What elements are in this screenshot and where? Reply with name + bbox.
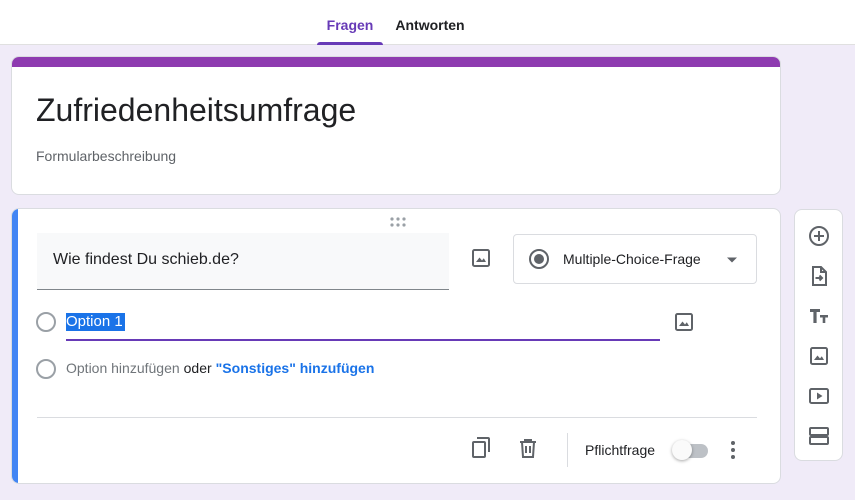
form-description[interactable]: Formularbeschreibung (36, 148, 176, 164)
add-option-radio-icon (36, 359, 56, 379)
add-option-button[interactable]: Option hinzufügen (66, 360, 180, 376)
active-tab-indicator (317, 42, 383, 45)
top-navigation: Fragen Antworten (0, 0, 855, 45)
active-card-indicator (12, 209, 18, 483)
trash-icon[interactable] (516, 436, 540, 460)
toggle-knob (672, 440, 692, 460)
title-text-icon[interactable] (807, 304, 831, 328)
image-icon[interactable] (672, 310, 696, 334)
content-copy-icon[interactable] (468, 436, 492, 460)
required-label: Pflichtfrage (585, 442, 656, 458)
radio-button-checked-icon (528, 248, 550, 270)
video-icon[interactable] (807, 384, 831, 408)
tab-responses[interactable]: Antworten (390, 0, 470, 45)
add-other-button[interactable]: "Sonstiges" hinzufügen (216, 360, 375, 376)
question-type-dropdown[interactable]: Multiple-Choice-Frage (513, 234, 757, 284)
question-card: Wie findest Du schieb.de? Multiple-Choic… (11, 208, 781, 484)
option-input[interactable]: Option 1 (66, 310, 660, 341)
dropdown-arrow-icon (726, 256, 738, 264)
section-icon[interactable] (807, 424, 831, 448)
form-title[interactable]: Zufriedenheitsumfrage (36, 90, 356, 130)
form-header-card: Zufriedenheitsumfrage Formularbeschreibu… (11, 56, 781, 195)
image-icon[interactable] (807, 344, 831, 368)
required-toggle[interactable] (672, 440, 708, 460)
tab-questions[interactable]: Fragen (317, 0, 383, 45)
question-title-input[interactable]: Wie findest Du schieb.de? (37, 233, 449, 290)
tab-responses-label: Antworten (395, 17, 465, 33)
add-circle-icon[interactable] (807, 224, 831, 248)
more-vert-icon[interactable] (721, 438, 745, 462)
tab-questions-label: Fragen (326, 17, 374, 33)
option-radio-icon (36, 312, 56, 332)
footer-vertical-divider (567, 433, 568, 467)
drag-handle-icon[interactable] (386, 215, 410, 229)
floating-toolbar (794, 209, 843, 461)
question-type-label: Multiple-Choice-Frage (563, 251, 701, 267)
import-questions-icon[interactable] (807, 264, 831, 288)
card-footer-divider (37, 417, 757, 418)
image-icon[interactable] (469, 246, 493, 270)
add-option-row: Option hinzufügen oder "Sonstiges" hinzufü… (66, 360, 374, 376)
option-text: Option 1 (66, 313, 125, 331)
header-color-stripe (12, 57, 780, 67)
or-text: oder (183, 360, 212, 376)
